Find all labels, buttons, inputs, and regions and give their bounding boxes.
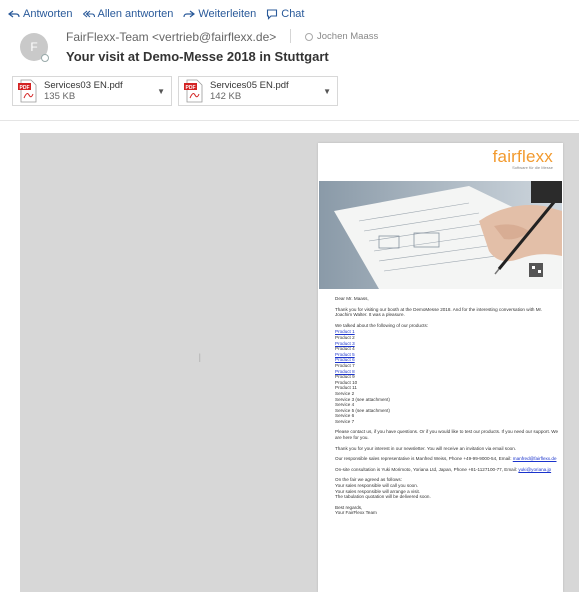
pdf-file-icon: PDF — [18, 79, 37, 103]
attachment-name: Services05 EN.pdf — [210, 80, 289, 91]
agreement-intro: On the fair we agreed as follows: — [335, 477, 402, 483]
sales-rep-email-link[interactable]: manfred@fairflexx.de — [513, 456, 557, 461]
brand-logo: fairflexx Software für die Messe — [493, 147, 553, 170]
reply-label: Antworten — [23, 8, 73, 20]
recipient[interactable]: Jochen Maass — [305, 31, 378, 42]
paragraph-products-intro: We talked about the following of our pro… — [335, 322, 429, 328]
product-link[interactable]: Product 8 — [335, 369, 355, 374]
brand-name: fairflexx — [492, 147, 553, 166]
header-divider-line — [0, 120, 579, 121]
email-subject: Your visit at Demo-Messe 2018 in Stuttga… — [66, 49, 329, 64]
email-text: Dear Mr. Maass, Thank you for visiting o… — [335, 296, 560, 521]
reply-all-icon — [82, 10, 95, 18]
attachment-1[interactable]: PDF Services03 EN.pdf 135 KB ▼ — [12, 76, 172, 106]
list-item: Service 7 — [335, 418, 355, 424]
chat-icon — [267, 9, 278, 20]
sender-avatar[interactable]: F — [20, 33, 49, 62]
text-cursor-icon: I — [198, 351, 202, 365]
attachment-2[interactable]: PDF Services05 EN.pdf 142 KB ▼ — [178, 76, 338, 106]
avatar-initial: F — [30, 40, 38, 54]
chat-label: Chat — [281, 8, 305, 20]
chat-button[interactable]: Chat — [266, 6, 305, 22]
greeting: Dear Mr. Maass, — [335, 296, 369, 301]
message-body-viewer[interactable]: I fairflexx Software für die Messe Dear … — [20, 133, 579, 592]
forward-button[interactable]: Weiterleiten — [183, 6, 256, 22]
attachment-name: Services03 EN.pdf — [44, 80, 123, 91]
paragraph-closing: Best regards, Your FairFlexx Team — [335, 505, 560, 516]
sales-rep-text: Our responsible sales representative is … — [335, 456, 512, 462]
reply-icon — [8, 10, 20, 18]
presence-status-icon — [41, 54, 49, 62]
chevron-down-icon[interactable]: ▼ — [157, 87, 165, 96]
attachment-size: 142 KB — [210, 91, 242, 102]
pdf-file-icon: PDF — [184, 79, 203, 103]
product-link[interactable]: Product 6 — [335, 357, 355, 362]
agreement-item: The tabulation quotation will be deliver… — [335, 494, 431, 500]
closing: Best regards, — [335, 504, 363, 510]
paragraph-newsletter: Thank you for your interest in our newsl… — [335, 445, 517, 451]
svg-text:PDF: PDF — [186, 85, 196, 91]
signature: Your FairFlexx Team — [335, 510, 377, 516]
product-link[interactable]: Product 1 — [335, 329, 355, 334]
reply-button[interactable]: Antworten — [8, 6, 73, 22]
product-link[interactable]: Product 3 — [335, 341, 355, 346]
email-page: fairflexx Software für die Messe Dear Mr… — [318, 143, 563, 592]
reply-all-button[interactable]: Allen antworten — [82, 6, 174, 22]
recipient-name: Jochen Maass — [317, 31, 379, 42]
recipient-status-icon — [305, 32, 313, 41]
header-divider — [290, 29, 291, 43]
forward-label: Weiterleiten — [198, 8, 257, 20]
attachment-size: 135 KB — [44, 91, 76, 102]
onsite-email-link[interactable]: yuki@yoriana.jp — [518, 467, 551, 472]
paragraph-contact: Please contact us, if you have questions… — [335, 429, 559, 441]
message-actions: Antworten Allen antworten Weiterleiten C… — [8, 6, 305, 22]
svg-text:PDF: PDF — [20, 85, 30, 91]
paragraph-onsite: On-site consultation is Yuki Morimoto, Y… — [335, 467, 560, 473]
product-list: Product 1 Product 2 Product 3 Product 4 … — [335, 329, 560, 424]
onsite-text: On-site consultation is Yuki Morimoto, Y… — [335, 466, 518, 472]
paragraph-sales-rep: Our responsible sales representative is … — [335, 456, 560, 462]
header-photo-form-pen — [319, 181, 562, 289]
agreement-item: Your sales responsible will arrange a vi… — [335, 488, 421, 494]
chevron-down-icon[interactable]: ▼ — [323, 87, 331, 96]
forward-icon — [183, 10, 196, 18]
paragraph-agreement: On the fair we agreed as follows: Your s… — [335, 477, 560, 499]
sender-address[interactable]: FairFlexx-Team <vertrieb@fairflexx.de> — [66, 30, 276, 44]
paragraph-thanks: Thank you for visiting our booth at the … — [335, 306, 543, 318]
reply-all-label: Allen antworten — [97, 8, 174, 20]
agreement-item: Your sales responsible will call you soo… — [335, 483, 419, 489]
product-link[interactable]: Product 5 — [335, 352, 355, 357]
